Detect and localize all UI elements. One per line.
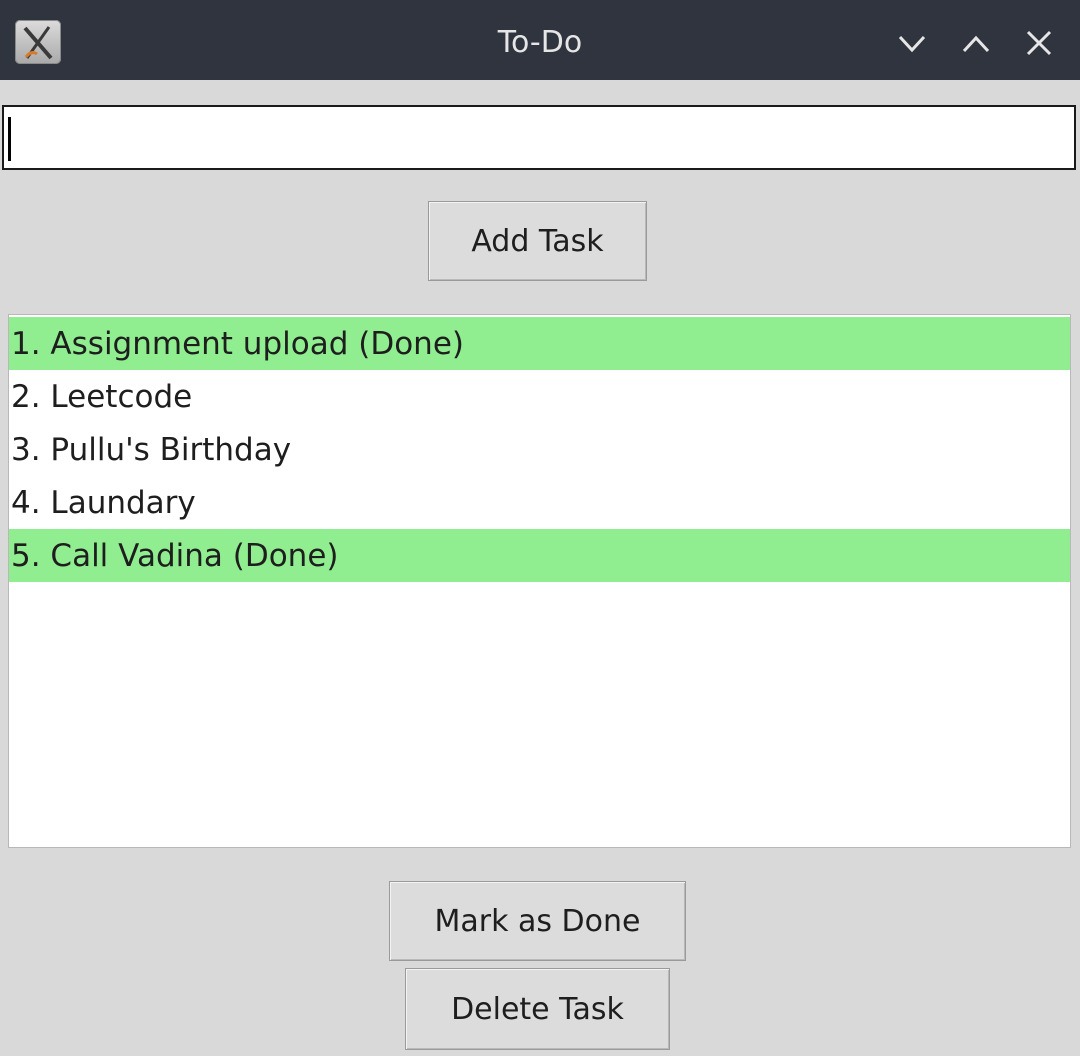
todo-window: To-Do Add Task 1. Assignment upload (Don… [0,0,1080,1056]
text-cursor [8,117,11,161]
add-task-button[interactable]: Add Task [428,201,647,281]
chevron-down-icon [898,35,926,53]
close-icon [1026,30,1052,56]
list-item[interactable]: 1. Assignment upload (Done) [9,317,1070,370]
mark-as-done-button[interactable]: Mark as Done [389,881,686,961]
title-bar[interactable]: To-Do [0,0,1080,80]
task-input[interactable] [2,105,1076,170]
list-item[interactable]: 3. Pullu's Birthday [9,423,1070,476]
minimize-button[interactable] [890,22,934,66]
task-listbox[interactable]: 1. Assignment upload (Done) 2. Leetcode 3.… [8,314,1071,848]
list-item[interactable]: 4. Laundary [9,476,1070,529]
delete-task-button[interactable]: Delete Task [405,968,670,1050]
chevron-up-icon [962,35,990,53]
maximize-button[interactable] [954,22,998,66]
list-item[interactable]: 5. Call Vadina (Done) [9,529,1070,582]
list-item[interactable]: 2. Leetcode [9,370,1070,423]
close-button[interactable] [1017,22,1061,66]
